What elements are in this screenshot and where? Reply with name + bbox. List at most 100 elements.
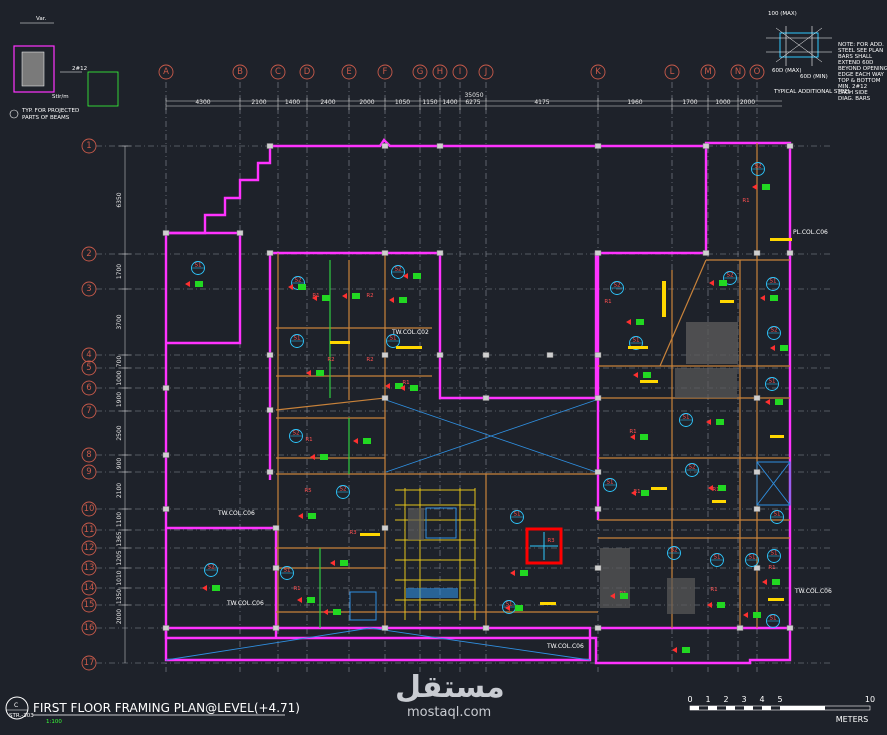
tw-col-label-4: TW.COL.C06 [546,643,584,650]
slab-tag-label: S1 [607,480,614,486]
column [786,250,794,256]
grid-col-label: F [383,67,388,77]
grid-row-label: 5 [86,363,91,373]
grid-row-label: 15 [84,600,95,610]
slab-tag-label: S1 [284,568,291,574]
yellow-bar-marker [651,487,667,490]
opening-note-60d-max: 60D (MAX) [772,68,802,74]
slab-marker-arrow [708,485,713,491]
scale-tick-label: 5 [777,695,782,704]
grid-col-label: N [735,67,741,77]
grid-row-label: 16 [84,623,95,633]
slab-tag-label: S1 [683,415,690,421]
column [482,625,490,631]
grid-row-label: 7 [86,406,91,416]
reinforcement-label: R2 [366,357,373,363]
column [266,469,274,475]
slab-marker-arrow [672,647,677,653]
dim-x: 1400 [442,99,457,106]
column [594,625,602,631]
watermark-arabic: مستقل [395,670,505,705]
detail-stirrup-label: Stir/m [52,94,69,100]
grid-row-label: 17 [84,658,95,668]
reinforcement-label: R1 [742,198,749,204]
grid-row-label: 11 [84,525,95,535]
slab-marker-green [298,284,306,290]
slab-marker-green [717,602,725,608]
framing-plan-drawing: A B C D E F G H I J K L M N O1234567891011121314151617… [5,11,887,725]
slab-marker-green [320,454,328,460]
slab-tag-label: S2 [689,465,696,471]
slab-tag-label: S2 [614,283,621,289]
grid-row-label: 4 [86,350,91,360]
slab-tag-label: S2 [208,565,215,571]
scale-tick-label: 10 [865,695,875,704]
slab-tag-label: S2 [755,164,762,170]
yellow-bar-marker [770,238,792,241]
slab-marker-green [780,345,788,351]
column [266,250,274,256]
slab-marker-arrow [288,284,293,290]
slab-tag-label: S2 [395,267,402,273]
dim-y: 3700 [116,314,123,329]
section-sheet: STR.-303 [9,713,34,719]
yellow-bar-marker [540,602,556,605]
column [753,250,761,256]
detail-note-2: PARTS OF BEAMS [22,115,70,121]
slab-marker-green [413,273,421,279]
slab-marker-arrow [389,297,394,303]
slab-marker-green [316,370,324,376]
reinforcement-label: R2 [327,357,334,363]
grid-row-label: 9 [86,467,91,477]
slab-marker-arrow [760,295,765,301]
overall-dimension: 35050 [464,92,483,99]
column [702,250,710,256]
opening-notes-block: NOTE: FOR ADD.STEEL SEE PLANBARS SHALLEX… [837,42,887,102]
column [753,395,761,401]
dim-y: 6350 [116,192,123,207]
column [162,385,170,391]
additional-steel-detail: 100 (MAX) 60D (MAX) 60D (MIN) TYPICAL AD… [766,11,887,102]
slab-marker-arrow [765,399,770,405]
slab-marker-green [641,490,649,496]
slab-marker-green [716,419,724,425]
yellow-bar-marker [770,435,784,438]
slab-tag-label: S2 [293,431,300,437]
section-mark: C [14,702,18,709]
slab-marker-green [410,385,418,391]
slab-tag-label: S1 [195,263,202,269]
column [436,143,444,149]
reinforcement-label: R1 [710,587,717,593]
slab-tag-label: S2 [771,328,778,334]
slab-marker-green [682,647,690,653]
watermark: مستقل mostaql.com [395,670,505,720]
slab-tag-label: S1 [749,555,756,561]
slab-tag-label: S1 [770,279,777,285]
column [266,143,274,149]
column [236,230,244,236]
slab-marker-arrow [510,570,515,576]
slab-marker-arrow [323,609,328,615]
scale-bar: METERS 0 1 2 3 4 5 10 [687,695,875,724]
column [753,469,761,475]
column [702,143,710,149]
grid-col-label: L [670,67,675,77]
scale-tick-label: 0 [687,695,692,704]
column [786,143,794,149]
slab-marker-green [772,579,780,585]
column [381,143,389,149]
slab-marker-green [762,184,770,190]
slab-tag-label: S1 [714,555,721,561]
reinforcement-label: R2 [366,293,373,299]
column [594,250,602,256]
reinforcement-label: R1 [402,380,409,386]
column [162,506,170,512]
highlighted-r3-box [525,527,563,565]
dim-y: 1010 [116,570,123,585]
column [786,625,794,631]
reinforcement-label: R3 [547,538,555,544]
slab-tag-label: S1 [769,379,776,385]
grid-row-label: 14 [84,583,95,593]
column [546,352,554,358]
dim-y: 2100 [116,483,123,498]
